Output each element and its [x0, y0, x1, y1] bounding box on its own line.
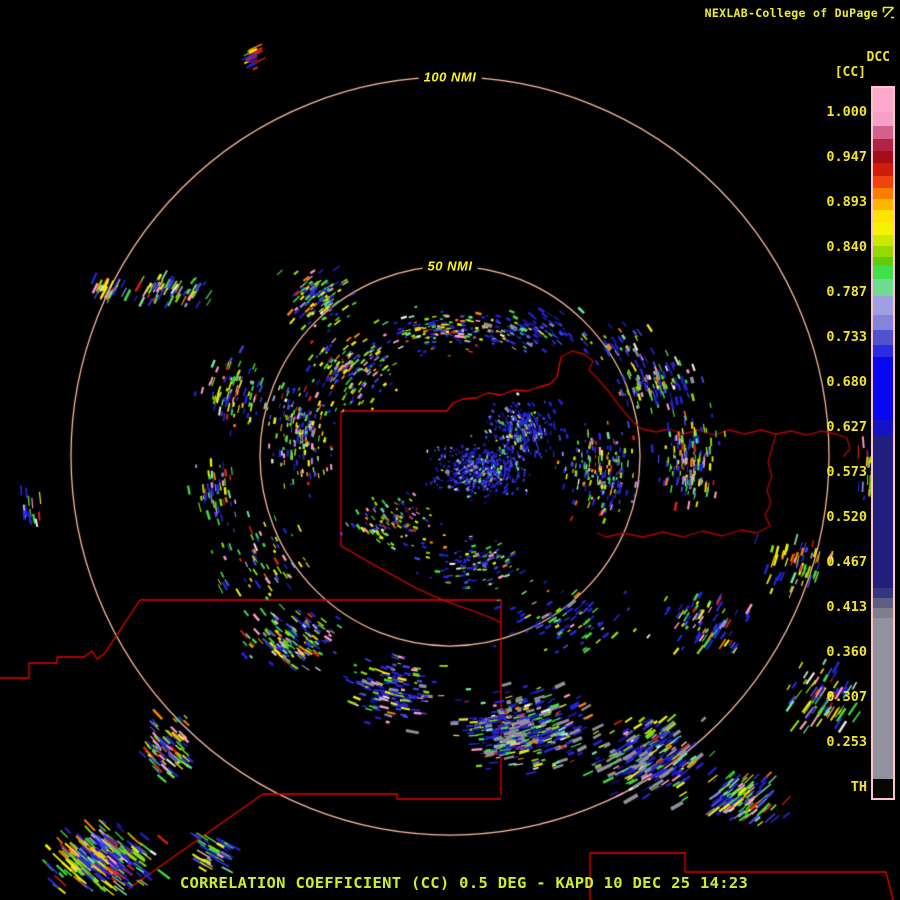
colorbar-segment: [873, 246, 893, 257]
colorbar-tick-label: 0.253: [826, 734, 867, 750]
colorbar-tick-label: 0.520: [826, 509, 867, 525]
colorbar-segment: [873, 235, 893, 246]
colorbar-tick-label: 0.840: [826, 239, 867, 255]
colorbar-segment: [873, 257, 893, 266]
colorbar-segment: [873, 88, 893, 112]
colorbar-segment: [873, 357, 893, 420]
range-ring-label-100nmi: 100 NMI: [418, 68, 482, 86]
colorbar-tick-label: 1.000: [826, 104, 867, 120]
colorbar-segment: [873, 139, 893, 151]
colorbar-segment: [873, 315, 893, 330]
colorbar-tick-label: 0.360: [826, 644, 867, 660]
colorbar-segment: [873, 330, 893, 345]
colorbar-segment: [873, 296, 893, 315]
colorbar-segment: [873, 588, 893, 598]
colorbar-tick-label: 0.893: [826, 194, 867, 210]
page-title: NEXLAB-College of DuPage: [705, 6, 878, 20]
colorbar-segment: [873, 199, 893, 210]
radar-canvas: [0, 0, 900, 900]
colorbar: [871, 86, 895, 800]
colorbar-segment: [873, 176, 893, 188]
colorbar-tick-label: 0.413: [826, 599, 867, 615]
colorbar-tick-label: 0.680: [826, 374, 867, 390]
colorbar-tick-label: 0.307: [826, 689, 867, 705]
colorbar-segment: [873, 210, 893, 223]
radar-display: NEXLAB-College of DuPage 100 NMI 50 NMI …: [0, 0, 900, 900]
colorbar-segment: [873, 345, 893, 357]
colorbar-segment: [873, 223, 893, 235]
colorbar-segment: [873, 420, 893, 436]
colorbar-tick-label: TH: [850, 779, 867, 795]
colorbar-tick-label: 0.787: [826, 284, 867, 300]
status-bar-text: CORRELATION COEFFICIENT (CC) 0.5 DEG - K…: [179, 874, 749, 892]
cod-logo-icon: [882, 6, 895, 19]
colorbar-segment: [873, 151, 893, 163]
colorbar-segment: [873, 188, 893, 199]
status-bar: CORRELATION COEFFICIENT (CC) 0.5 DEG - K…: [0, 874, 900, 892]
colorbar-tick-label: 0.627: [826, 419, 867, 435]
colorbar-units-label: [CC]: [834, 65, 866, 80]
range-ring-label-50nmi: 50 NMI: [422, 257, 478, 275]
colorbar-segment: [873, 112, 893, 126]
colorbar-segment: [873, 608, 893, 618]
colorbar-tick-label: 0.733: [826, 329, 867, 345]
colorbar-segment: [873, 779, 893, 798]
colorbar-segment: [873, 279, 893, 296]
colorbar-segment: [873, 126, 893, 139]
colorbar-tick-label: 0.467: [826, 554, 867, 570]
colorbar-tick-label: 0.947: [826, 149, 867, 165]
colorbar-segment: [873, 436, 893, 588]
colorbar-segment: [873, 163, 893, 176]
colorbar-tick-label: 0.573: [826, 464, 867, 480]
page-title-text: NEXLAB-College of DuPage: [704, 6, 878, 20]
colorbar-segment: [873, 598, 893, 608]
colorbar-segment: [873, 618, 893, 779]
colorbar-product-label: DCC: [866, 50, 890, 65]
colorbar-segment: [873, 266, 893, 279]
